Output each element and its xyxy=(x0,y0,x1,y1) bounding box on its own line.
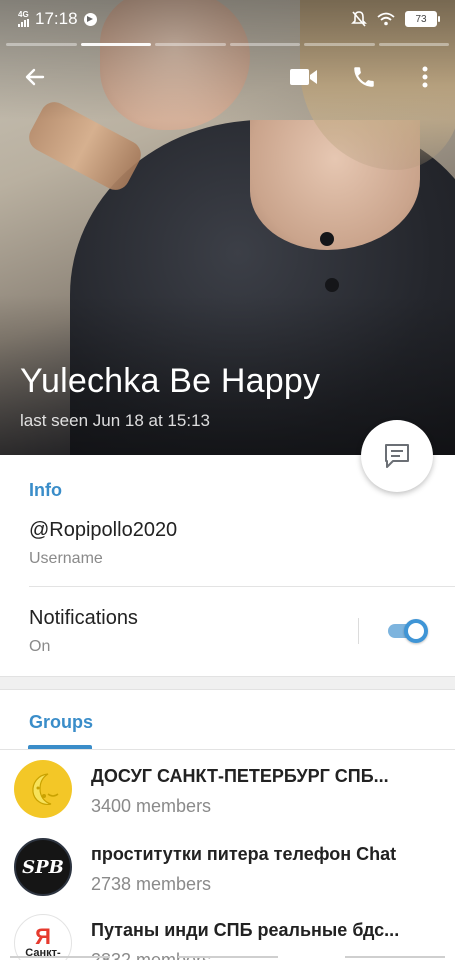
nav-hint-bar xyxy=(10,956,110,958)
group-name: Путаны инди СПБ реальные бдс... xyxy=(91,920,400,940)
photo-segment[interactable] xyxy=(155,43,226,46)
toggle-knob xyxy=(404,619,428,643)
group-members: 3400 members xyxy=(91,796,212,816)
moon-icon xyxy=(32,773,59,805)
tab-groups[interactable]: Groups xyxy=(29,712,93,733)
group-name: проститутки питера телефон Chat xyxy=(91,844,397,864)
network-type: 4G xyxy=(18,10,29,19)
group-members: 2738 members xyxy=(91,874,212,894)
nav-hint-bar xyxy=(177,956,278,958)
back-button[interactable] xyxy=(12,54,58,100)
battery-icon: 73 xyxy=(405,11,440,27)
section-gap xyxy=(0,676,455,690)
photo-segment[interactable] xyxy=(304,43,375,46)
group-name: ДОСУГ САНКТ-ПЕТЕРБУРГ СПБ... xyxy=(91,766,389,786)
info-section-title: Info xyxy=(29,480,62,500)
photo-segment[interactable] xyxy=(6,43,77,46)
more-vertical-icon xyxy=(422,66,428,88)
username-label: Username xyxy=(29,550,103,567)
profile-name: Yulechka Be Happy xyxy=(20,362,321,400)
list-item[interactable]: SPB проститутки питера телефон Chat 2738… xyxy=(0,832,455,910)
status-bar: 4G 17:18 73 xyxy=(0,0,455,40)
video-call-icon xyxy=(290,69,317,85)
video-call-button[interactable] xyxy=(281,54,327,100)
spb-avatar-text: SPB xyxy=(22,856,64,878)
tab-divider xyxy=(0,749,455,750)
message-icon xyxy=(385,444,409,468)
photo-segment[interactable] xyxy=(378,43,449,46)
username-value[interactable]: @Ropipollo2020 xyxy=(29,519,177,542)
last-seen-status: last seen Jun 18 at 15:13 xyxy=(20,411,210,430)
more-button[interactable] xyxy=(402,54,448,100)
photo-segment-active[interactable] xyxy=(80,43,151,46)
moon-avatar xyxy=(14,760,72,818)
spb-avatar: SPB xyxy=(14,838,72,896)
photo-segment[interactable] xyxy=(229,43,300,46)
wifi-icon xyxy=(377,12,395,26)
navigation-hint xyxy=(0,956,455,960)
call-button[interactable] xyxy=(341,54,387,100)
telegram-icon xyxy=(83,12,97,26)
divider xyxy=(29,586,455,587)
photo-progress-segments xyxy=(6,43,449,47)
profile-toolbar xyxy=(0,54,455,100)
send-message-button[interactable] xyxy=(361,420,433,492)
status-time: 17:18 xyxy=(35,9,78,28)
list-item[interactable]: Я Санкт- Путаны инди СПБ реальные бдс...… xyxy=(0,908,455,960)
nav-hint-bar xyxy=(345,956,445,958)
photo-shirt-button xyxy=(320,232,334,246)
notifications-label[interactable]: Notifications xyxy=(29,607,138,630)
arrow-left-icon xyxy=(25,68,45,86)
list-item[interactable]: ДОСУГ САНКТ-ПЕТЕРБУРГ СПБ... 3400 member… xyxy=(0,754,455,832)
ya-avatar-letter: Я xyxy=(35,924,51,949)
phone-icon xyxy=(354,67,374,87)
battery-level: 73 xyxy=(415,13,427,25)
vertical-separator xyxy=(358,618,359,644)
notifications-value: On xyxy=(29,638,51,655)
ya-spb-avatar: Я Санкт- xyxy=(14,914,72,960)
signal-icon: 4G xyxy=(18,11,29,27)
notifications-toggle[interactable] xyxy=(386,619,428,643)
photo-shirt-button xyxy=(325,278,339,292)
mute-icon xyxy=(351,11,367,27)
